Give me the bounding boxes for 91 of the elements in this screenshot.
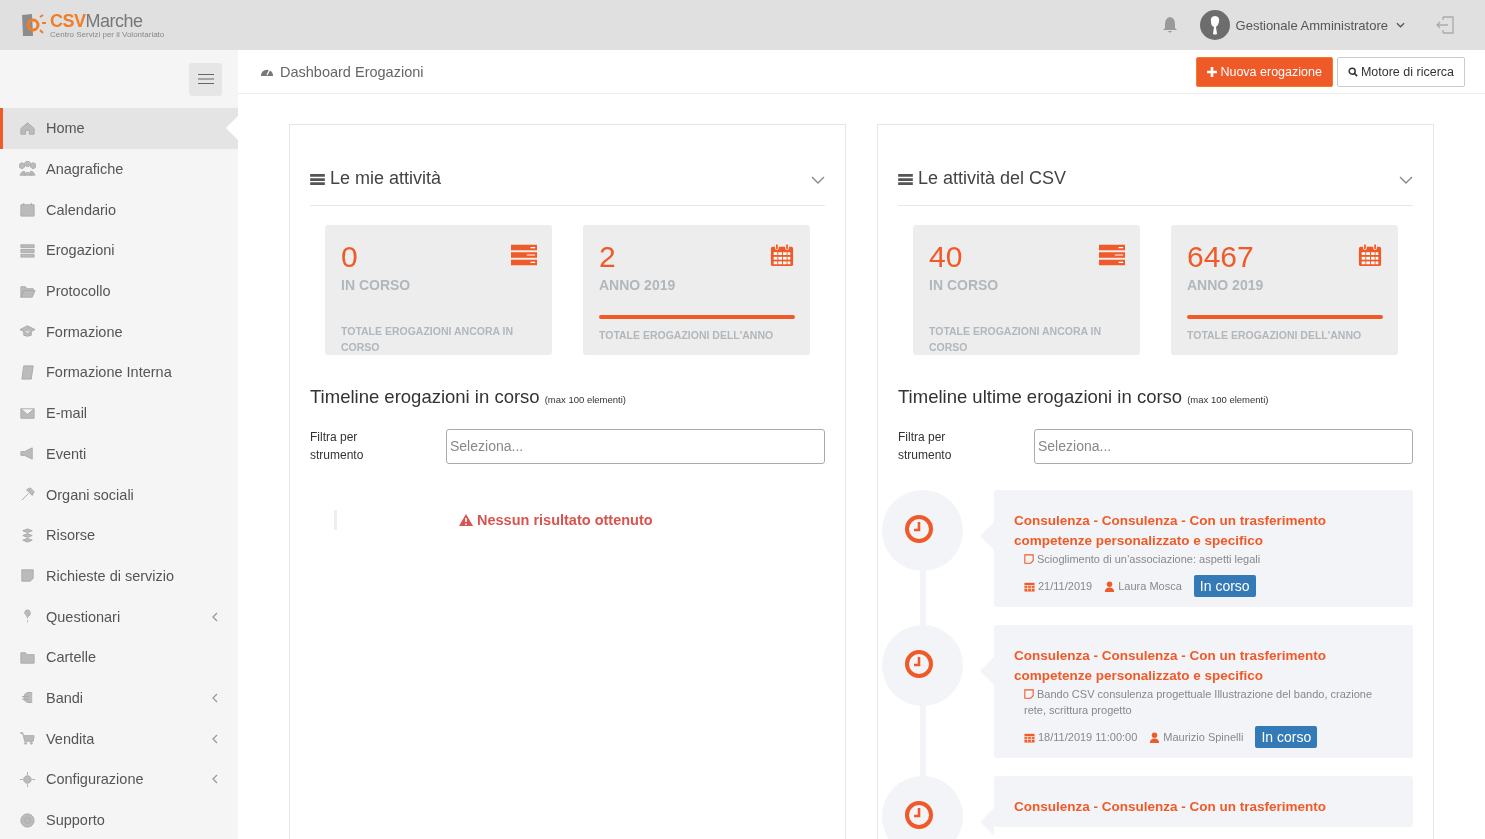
calendar-icon	[1024, 731, 1035, 743]
user-name: Gestionale Amministratore	[1235, 17, 1388, 33]
user-menu[interactable]: Gestionale Amministratore	[1199, 10, 1405, 40]
menu-button[interactable]	[189, 62, 222, 96]
filter-select[interactable]: Seleziona...	[446, 428, 825, 464]
stat-description: TOTALE EROGAZIONI DELL'ANNO	[1187, 328, 1363, 343]
stat-value: 2	[599, 239, 616, 275]
empty-message: Nessun risultato ottenuto	[459, 512, 653, 528]
panel-title: Le mie attività	[330, 168, 443, 189]
stat-value: 6467	[1187, 239, 1254, 275]
sidebar-item[interactable]: Configurazione	[0, 759, 238, 800]
note-icon	[1024, 554, 1034, 564]
menu-item-icon	[19, 160, 36, 178]
menu-item-icon	[19, 119, 36, 137]
logo-wordmark: CSVMarche	[50, 11, 144, 30]
search-icon	[1347, 66, 1358, 77]
collapse-icon[interactable]	[811, 176, 825, 184]
sidebar-item[interactable]: Eventi	[0, 433, 238, 475]
logo-icon	[20, 12, 48, 38]
timeline-item-date: 21/11/2019	[1024, 580, 1093, 592]
sidebar-item[interactable]: Formazione Interna	[0, 352, 238, 393]
menu-item-icon	[19, 241, 36, 259]
menu-icon	[197, 73, 214, 85]
stat-description: TOTALE EROGAZIONI ANCORA IN CORSO	[929, 324, 1103, 355]
sidebar-item[interactable]: Calendario	[0, 189, 238, 231]
sidebar-item[interactable]: Supporto	[0, 799, 238, 839]
timeline-title: Timeline erogazioni in corso	[310, 386, 540, 408]
chevron-down-icon	[1396, 22, 1405, 28]
sidebar-item[interactable]: Home	[0, 108, 238, 149]
timeline-item-subject: Bando CSV consulenza progettuale Illustrazione del bando, crazione rete, scrittura progetto	[1024, 687, 1374, 718]
clock-icon	[903, 799, 934, 830]
list-icon	[310, 174, 325, 185]
status-badge: In corso	[1193, 575, 1256, 597]
calendar-icon	[1357, 243, 1383, 267]
menu-item-icon	[19, 770, 36, 788]
person-icon	[1149, 731, 1161, 743]
sidebar-item[interactable]: Erogazioni	[0, 230, 238, 271]
status-badge: In corso	[1255, 726, 1318, 748]
list-icon	[511, 243, 537, 267]
warning-icon	[459, 514, 473, 526]
sidebar-item[interactable]: Bandi	[0, 677, 238, 719]
panel-title: Le attività del CSV	[918, 168, 1068, 189]
menu-item-icon	[19, 445, 36, 463]
plus-icon	[1207, 66, 1218, 77]
menu-item-icon	[19, 363, 36, 381]
menu-item-icon	[19, 567, 36, 585]
menu-item-icon	[19, 811, 36, 829]
menu-item-icon	[19, 730, 36, 748]
calendar-icon	[1024, 580, 1035, 592]
calendar-icon	[769, 243, 795, 267]
filter-label: Filtra per strumento	[898, 429, 953, 464]
sidebar-item[interactable]: Organi sociali	[0, 474, 238, 515]
sidebar-item[interactable]: Risorse	[0, 514, 238, 556]
stat-label: ANNO 2019	[599, 277, 677, 293]
timeline-title: Timeline ultime erogazioni in corso	[898, 386, 1183, 408]
stat-value: 0	[341, 239, 358, 275]
page-title: Dashboard Erogazioni	[280, 63, 424, 80]
stat-label: IN CORSO	[341, 277, 412, 293]
sidebar-item[interactable]: Richieste di servizio	[0, 555, 238, 597]
timeline-note: (max 100 elementi)	[544, 394, 626, 405]
bell-icon[interactable]	[1161, 16, 1178, 34]
sidebar-item[interactable]: Vendita	[0, 718, 238, 759]
menu-item-icon	[19, 526, 36, 544]
timeline-item-subject: Scioglimento di un’associazione: aspetti legali	[1024, 551, 1393, 567]
timeline-item-date: 18/11/2019 11:00:00	[1024, 731, 1138, 743]
stat-value: 40	[929, 239, 963, 275]
search-button[interactable]: Motore di ricerca	[1336, 56, 1465, 87]
menu-item-icon	[19, 201, 36, 219]
stat-description: TOTALE EROGAZIONI ANCORA IN CORSO	[341, 324, 515, 355]
person-icon	[1104, 580, 1116, 592]
avatar-icon	[1199, 10, 1230, 40]
timeline-item-person: Maurizio Spinelli	[1149, 731, 1244, 743]
clock-icon	[903, 513, 934, 544]
note-icon	[1024, 689, 1034, 699]
timeline-item-person: Laura Mosca	[1104, 580, 1182, 592]
sidebar-item[interactable]: Cartelle	[0, 636, 238, 678]
clock-icon	[903, 648, 934, 679]
collapse-icon[interactable]	[1399, 176, 1413, 184]
list-icon	[1099, 243, 1125, 267]
sidebar-item[interactable]: Protocollo	[0, 270, 238, 312]
stat-label: IN CORSO	[929, 277, 1000, 293]
stat-description: TOTALE EROGAZIONI DELL'ANNO	[599, 328, 775, 343]
timeline-note: (max 100 elementi)	[1187, 394, 1269, 405]
stat-label: ANNO 2019	[1187, 277, 1265, 293]
filter-select[interactable]: Seleziona...	[1034, 428, 1413, 464]
sidebar-item[interactable]: Formazione	[0, 311, 238, 353]
list-icon	[898, 174, 913, 185]
sidebar-item[interactable]: Anagrafiche	[0, 148, 238, 190]
filter-label: Filtra per strumento	[310, 429, 365, 464]
sidebar-item[interactable]: Questionari	[0, 596, 238, 637]
sidebar-item[interactable]: E-mail	[0, 392, 238, 434]
